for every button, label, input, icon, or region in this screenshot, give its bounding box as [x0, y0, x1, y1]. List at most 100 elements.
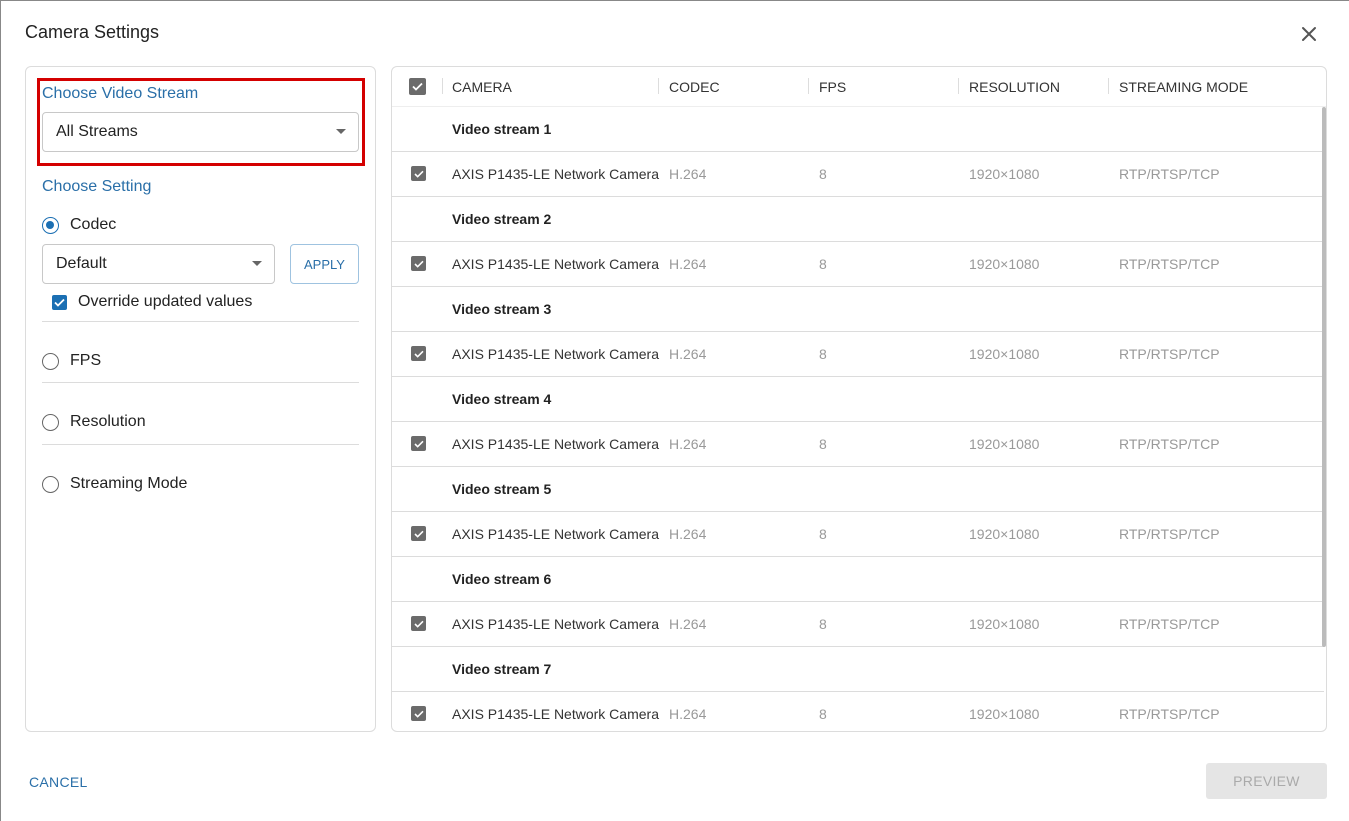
table-row[interactable]: AXIS P1435-LE Network Camera H.264 8 1920×1…	[392, 152, 1324, 197]
select-all-checkbox[interactable]	[409, 78, 426, 95]
radio-resolution-label: Resolution	[70, 413, 146, 430]
streams-table: CAMERA CODEC FPS RESOLUTION STREAMING MO…	[391, 66, 1327, 732]
group-row: Video stream 6	[392, 557, 1324, 602]
override-checkbox[interactable]: Override updated values	[52, 293, 252, 311]
radio-button-icon	[42, 475, 59, 493]
cell-streaming-mode: RTP/RTSP/TCP	[1119, 526, 1220, 542]
group-label: Video stream 5	[452, 481, 552, 497]
preview-button: PREVIEW	[1206, 763, 1327, 799]
row-checkbox[interactable]	[411, 346, 426, 361]
group-label: Video stream 2	[452, 211, 552, 227]
group-label: Video stream 1	[452, 121, 552, 137]
cell-resolution: 1920×1080	[969, 616, 1040, 632]
radio-codec[interactable]: Codec	[42, 216, 116, 234]
cell-streaming-mode: RTP/RTSP/TCP	[1119, 346, 1220, 362]
group-label: Video stream 4	[452, 391, 552, 407]
group-row: Video stream 2	[392, 197, 1324, 242]
cell-streaming-mode: RTP/RTSP/TCP	[1119, 166, 1220, 182]
codec-select[interactable]: Default	[42, 244, 275, 284]
cancel-button[interactable]: CANCEL	[29, 774, 88, 790]
cell-streaming-mode: RTP/RTSP/TCP	[1119, 256, 1220, 272]
radio-streaming-mode[interactable]: Streaming Mode	[42, 475, 187, 493]
group-label: Video stream 3	[452, 301, 552, 317]
cell-fps: 8	[819, 436, 827, 452]
cell-codec: H.264	[669, 256, 707, 272]
table-row[interactable]: AXIS P1435-LE Network Camera H.264 8 1920×1…	[392, 422, 1324, 467]
settings-panel: Choose Video Stream All Streams Choose S…	[25, 66, 376, 732]
cell-codec: H.264	[669, 616, 707, 632]
cell-codec: H.264	[669, 526, 707, 542]
row-checkbox[interactable]	[411, 616, 426, 631]
group-row: Video stream 3	[392, 287, 1324, 332]
radio-button-icon	[42, 352, 59, 370]
cell-codec: H.264	[669, 346, 707, 362]
cell-streaming-mode: RTP/RTSP/TCP	[1119, 436, 1220, 452]
cell-codec: H.264	[669, 436, 707, 452]
radio-codec-label: Codec	[70, 216, 117, 233]
radio-button-icon	[42, 216, 59, 234]
header-resolution[interactable]: RESOLUTION	[969, 79, 1060, 95]
row-checkbox[interactable]	[411, 166, 426, 181]
cell-resolution: 1920×1080	[969, 526, 1040, 542]
divider	[42, 321, 359, 322]
cell-camera: AXIS P1435-LE Network Camera	[452, 706, 659, 722]
cell-camera: AXIS P1435-LE Network Camera	[452, 526, 659, 542]
camera-settings-dialog: Camera Settings Choose Video Stream All …	[0, 0, 1349, 821]
dialog-title: Camera Settings	[25, 22, 160, 42]
video-stream-label: Choose Video Stream	[42, 85, 199, 102]
column-separator	[1108, 78, 1109, 94]
divider	[42, 382, 359, 383]
group-row: Video stream 4	[392, 377, 1324, 422]
header-streaming-mode[interactable]: STREAMING MODE	[1119, 79, 1248, 95]
row-checkbox[interactable]	[411, 436, 426, 451]
table-row[interactable]: AXIS P1435-LE Network Camera H.264 8 1920×1…	[392, 242, 1324, 287]
group-label: Video stream 7	[452, 661, 552, 677]
row-checkbox[interactable]	[411, 706, 426, 721]
header-camera[interactable]: CAMERA	[452, 79, 512, 95]
cell-resolution: 1920×1080	[969, 706, 1040, 722]
cell-fps: 8	[819, 256, 827, 272]
row-checkbox[interactable]	[411, 526, 426, 541]
cell-camera: AXIS P1435-LE Network Camera	[452, 166, 659, 182]
cell-camera: AXIS P1435-LE Network Camera	[452, 256, 659, 272]
column-separator	[442, 78, 443, 94]
radio-resolution[interactable]: Resolution	[42, 413, 146, 431]
column-separator	[808, 78, 809, 94]
cell-resolution: 1920×1080	[969, 166, 1040, 182]
cell-resolution: 1920×1080	[969, 436, 1040, 452]
cell-resolution: 1920×1080	[969, 346, 1040, 362]
video-stream-select[interactable]: All Streams	[42, 112, 359, 152]
table-row[interactable]: AXIS P1435-LE Network Camera H.264 8 1920×1…	[392, 512, 1324, 557]
caret-down-icon	[252, 261, 262, 266]
group-label: Video stream 6	[452, 571, 552, 587]
cell-fps: 8	[819, 346, 827, 362]
table-row[interactable]: AXIS P1435-LE Network Camera H.264 8 1920×1…	[392, 602, 1324, 647]
cell-codec: H.264	[669, 706, 707, 722]
table-header: CAMERA CODEC FPS RESOLUTION STREAMING MO…	[392, 67, 1326, 107]
close-icon[interactable]	[1297, 22, 1321, 46]
cell-fps: 8	[819, 706, 827, 722]
table-row[interactable]: AXIS P1435-LE Network Camera H.264 8 1920×1…	[392, 692, 1324, 731]
cell-resolution: 1920×1080	[969, 256, 1040, 272]
cell-fps: 8	[819, 526, 827, 542]
column-separator	[658, 78, 659, 94]
radio-fps-label: FPS	[70, 352, 102, 369]
column-separator	[958, 78, 959, 94]
cell-camera: AXIS P1435-LE Network Camera	[452, 616, 659, 632]
cell-fps: 8	[819, 616, 827, 632]
header-codec[interactable]: CODEC	[669, 79, 720, 95]
override-label: Override updated values	[78, 293, 253, 310]
apply-button[interactable]: APPLY	[290, 244, 359, 284]
group-row: Video stream 7	[392, 647, 1324, 692]
scrollbar[interactable]	[1322, 107, 1326, 647]
group-row: Video stream 1	[392, 107, 1324, 152]
cell-codec: H.264	[669, 166, 707, 182]
codec-value: Default	[56, 255, 107, 272]
row-checkbox[interactable]	[411, 256, 426, 271]
radio-fps[interactable]: FPS	[42, 352, 101, 370]
choose-setting-label: Choose Setting	[42, 178, 152, 195]
checkmark-icon	[52, 294, 67, 310]
cell-camera: AXIS P1435-LE Network Camera	[452, 436, 659, 452]
header-fps[interactable]: FPS	[819, 79, 846, 95]
table-row[interactable]: AXIS P1435-LE Network Camera H.264 8 1920×1…	[392, 332, 1324, 377]
